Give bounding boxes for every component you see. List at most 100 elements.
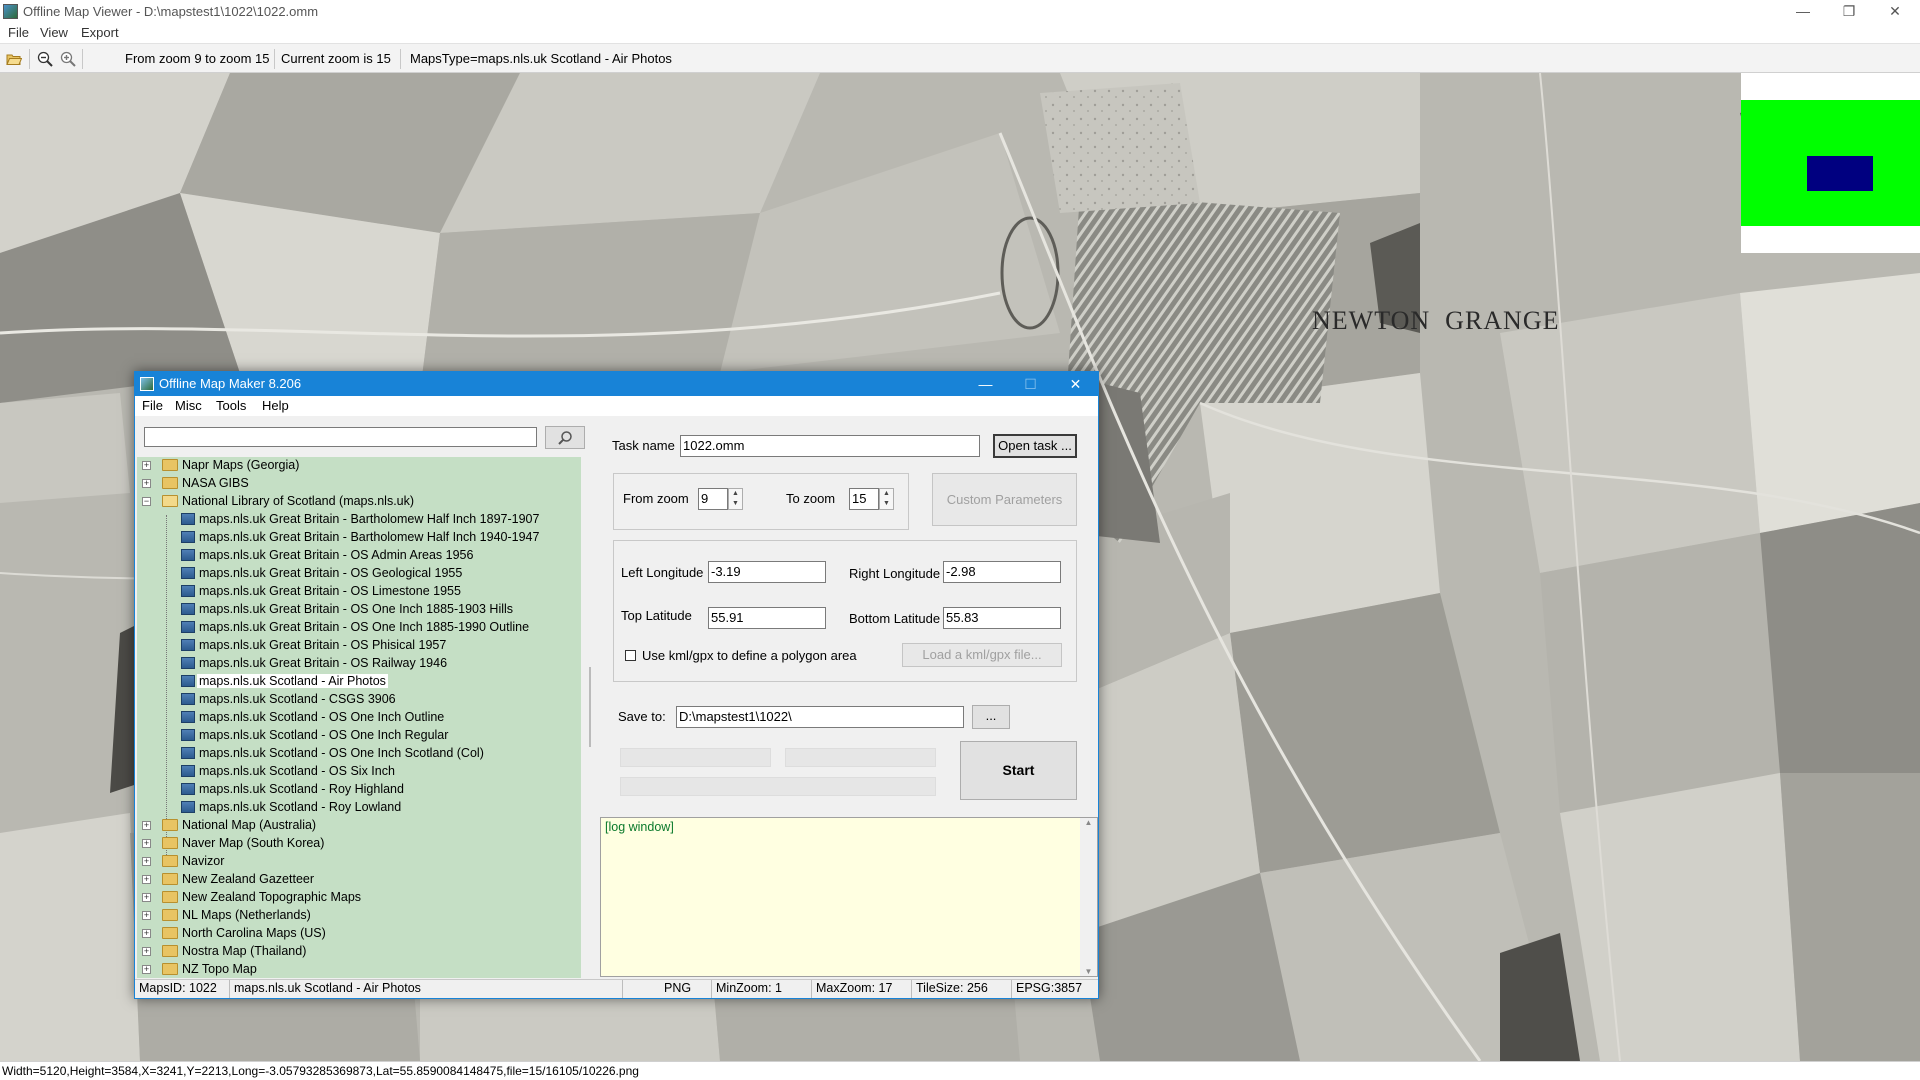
dialog-status-bar: MapsID: 1022 maps.nls.uk Scotland - Air … <box>135 979 1098 998</box>
tree-leaf[interactable]: maps.nls.uk Great Britain - OS Geologica… <box>137 565 577 583</box>
dialog-menu-bar: File Misc Tools Help <box>135 396 1098 416</box>
custom-parameters-button[interactable]: Custom Parameters <box>932 473 1077 526</box>
maps-tree[interactable]: + Napr Maps (Georgia) + NASA GIBS − Nationa… <box>137 457 581 978</box>
minimize-button[interactable]: — <box>1780 0 1826 24</box>
dialog-menu-help[interactable]: Help <box>262 398 289 413</box>
dialog-menu-file[interactable]: File <box>142 398 163 413</box>
to-zoom-input[interactable]: 15 <box>849 488 879 510</box>
task-name-label: Task name <box>612 438 675 453</box>
right-longitude-input[interactable]: -2.98 <box>943 561 1061 583</box>
status-epsg: EPSG:3857 <box>1016 981 1083 995</box>
zoom-in-icon[interactable] <box>58 49 78 69</box>
progress-bar-2 <box>785 748 936 767</box>
coordinates-status: Width=5120,Height=3584,X=3241,Y=2213,Lon… <box>2 1064 639 1078</box>
menu-export[interactable]: Export <box>81 25 119 40</box>
left-longitude-input[interactable]: -3.19 <box>708 561 826 583</box>
tree-leaf[interactable]: maps.nls.uk Scotland - OS Six Inch <box>137 763 577 781</box>
to-zoom-spinner[interactable]: ▲ ▼ <box>879 488 894 510</box>
status-tile-size: TileSize: 256 <box>912 980 1012 998</box>
pane-splitter[interactable] <box>589 667 591 747</box>
dialog-menu-misc[interactable]: Misc <box>175 398 202 413</box>
tree-node[interactable]: + New Zealand Gazetteer <box>142 871 572 889</box>
from-zoom-spinner[interactable]: ▲ ▼ <box>728 488 743 510</box>
search-icon <box>558 430 572 445</box>
overview-viewport[interactable] <box>1807 156 1873 191</box>
log-scrollbar[interactable]: ▲ ▼ <box>1080 818 1097 976</box>
tree-leaf[interactable]: maps.nls.uk Great Britain - Bartholomew … <box>137 529 577 547</box>
load-kml-button[interactable]: Load a kml/gpx file... <box>902 643 1062 667</box>
log-window[interactable]: [log window] ▲ ▼ <box>600 817 1098 977</box>
tree-leaf[interactable]: maps.nls.uk Great Britain - OS One Inch … <box>137 601 577 619</box>
tree-node[interactable]: + National Map (Australia) <box>142 817 572 835</box>
maps-type-label: MapsType=maps.nls.uk Scotland - Air Phot… <box>410 51 672 66</box>
close-button[interactable]: ✕ <box>1872 0 1918 24</box>
dialog-menu-tools[interactable]: Tools <box>216 398 246 413</box>
maps-search-input[interactable] <box>144 427 537 447</box>
top-latitude-label: Top Latitude <box>621 608 692 623</box>
menu-file[interactable]: File <box>8 25 29 40</box>
tree-leaf[interactable]: maps.nls.uk Great Britain - OS Railway 1… <box>137 655 577 673</box>
open-folder-icon[interactable] <box>4 49 24 69</box>
tree-node[interactable]: + NZ Topo Map <box>142 961 572 978</box>
bottom-latitude-input[interactable]: 55.83 <box>943 607 1061 629</box>
menu-view[interactable]: View <box>40 25 68 40</box>
open-task-button[interactable]: Open task ... <box>993 434 1077 458</box>
tree-leaf-selected[interactable]: maps.nls.uk Scotland - Air Photos <box>137 673 577 691</box>
kml-checkbox-label: Use kml/gpx to define a polygon area <box>642 648 857 663</box>
toolbar-separator <box>400 49 401 69</box>
status-format: PNG <box>660 980 712 998</box>
top-latitude-input[interactable]: 55.91 <box>708 607 826 629</box>
left-longitude-label: Left Longitude <box>621 565 704 580</box>
tree-node[interactable]: + Nostra Map (Thailand) <box>142 943 572 961</box>
town-label: NEWTON GRANGE <box>1312 306 1560 335</box>
toolbar-separator <box>274 49 275 69</box>
status-maps-id: MapsID: 1022 <box>135 980 230 998</box>
from-zoom-label: From zoom <box>623 491 689 506</box>
tree-leaf[interactable]: maps.nls.uk Great Britain - OS One Inch … <box>137 619 577 637</box>
log-text: [log window] <box>605 820 674 834</box>
tree-leaf[interactable]: maps.nls.uk Scotland - Roy Lowland <box>137 799 577 817</box>
task-name-input[interactable]: 1022.omm <box>680 435 980 457</box>
map-maker-dialog: Offline Map Maker 8.206 — ☐ ✕ File Misc … <box>134 371 1099 999</box>
tree-leaf[interactable]: maps.nls.uk Scotland - OS One Inch Regul… <box>137 727 577 745</box>
tree-node[interactable]: + Napr Maps (Georgia) <box>142 457 572 475</box>
kml-checkbox[interactable] <box>625 650 636 661</box>
tree-node[interactable]: + North Carolina Maps (US) <box>142 925 572 943</box>
tree-leaf[interactable]: maps.nls.uk Scotland - OS One Inch Outli… <box>137 709 577 727</box>
tree-leaf[interactable]: maps.nls.uk Scotland - OS One Inch Scotl… <box>137 745 577 763</box>
dialog-maximize-button[interactable]: ☐ <box>1008 372 1053 396</box>
maximize-button[interactable]: ❐ <box>1826 0 1872 24</box>
dialog-title-bar: Offline Map Maker 8.206 — ☐ ✕ <box>135 372 1098 396</box>
tree-leaf[interactable]: maps.nls.uk Great Britain - OS Limestone… <box>137 583 577 601</box>
zoom-out-icon[interactable] <box>35 49 55 69</box>
tree-leaf[interactable]: maps.nls.uk Great Britain - OS Admin Are… <box>137 547 577 565</box>
search-button[interactable] <box>545 426 585 449</box>
tree-node[interactable]: + Navizor <box>142 853 572 871</box>
tree-leaf[interactable]: maps.nls.uk Great Britain - Bartholomew … <box>137 511 577 529</box>
save-to-input[interactable]: D:\mapstest1\1022\ <box>676 706 964 728</box>
browse-button[interactable]: ... <box>972 705 1010 729</box>
dialog-close-button[interactable]: ✕ <box>1053 372 1098 396</box>
tree-leaf[interactable]: maps.nls.uk Great Britain - OS Phisical … <box>137 637 577 655</box>
toolbar-separator <box>29 49 30 69</box>
right-longitude-label: Right Longitude <box>849 566 941 581</box>
from-zoom-input[interactable]: 9 <box>698 488 728 510</box>
tree-node[interactable]: + Naver Map (South Korea) <box>142 835 572 853</box>
overview-map[interactable] <box>1741 100 1920 226</box>
tree-node[interactable]: + NASA GIBS <box>142 475 572 493</box>
tree-node[interactable]: + New Zealand Topographic Maps <box>142 889 572 907</box>
dialog-minimize-button[interactable]: — <box>963 372 1008 396</box>
current-zoom-label: Current zoom is 15 <box>281 51 391 66</box>
status-maps-name: maps.nls.uk Scotland - Air Photos <box>230 980 623 998</box>
start-button[interactable]: Start <box>960 741 1077 800</box>
dialog-title: Offline Map Maker 8.206 <box>159 376 302 391</box>
app-icon <box>3 4 18 19</box>
tree-leaf[interactable]: maps.nls.uk Scotland - CSGS 3906 <box>137 691 577 709</box>
status-min-zoom: MinZoom: 1 <box>712 980 812 998</box>
bottom-latitude-label: Bottom Latitude <box>849 611 941 626</box>
tree-leaf[interactable]: maps.nls.uk Scotland - Roy Highland <box>137 781 577 799</box>
zoom-range-label: From zoom 9 to zoom 15 <box>125 51 270 66</box>
to-zoom-label: To zoom <box>786 491 836 506</box>
tree-node[interactable]: + NL Maps (Netherlands) <box>142 907 572 925</box>
tree-node-expanded[interactable]: − National Library of Scotland (maps.nls.… <box>142 493 572 511</box>
